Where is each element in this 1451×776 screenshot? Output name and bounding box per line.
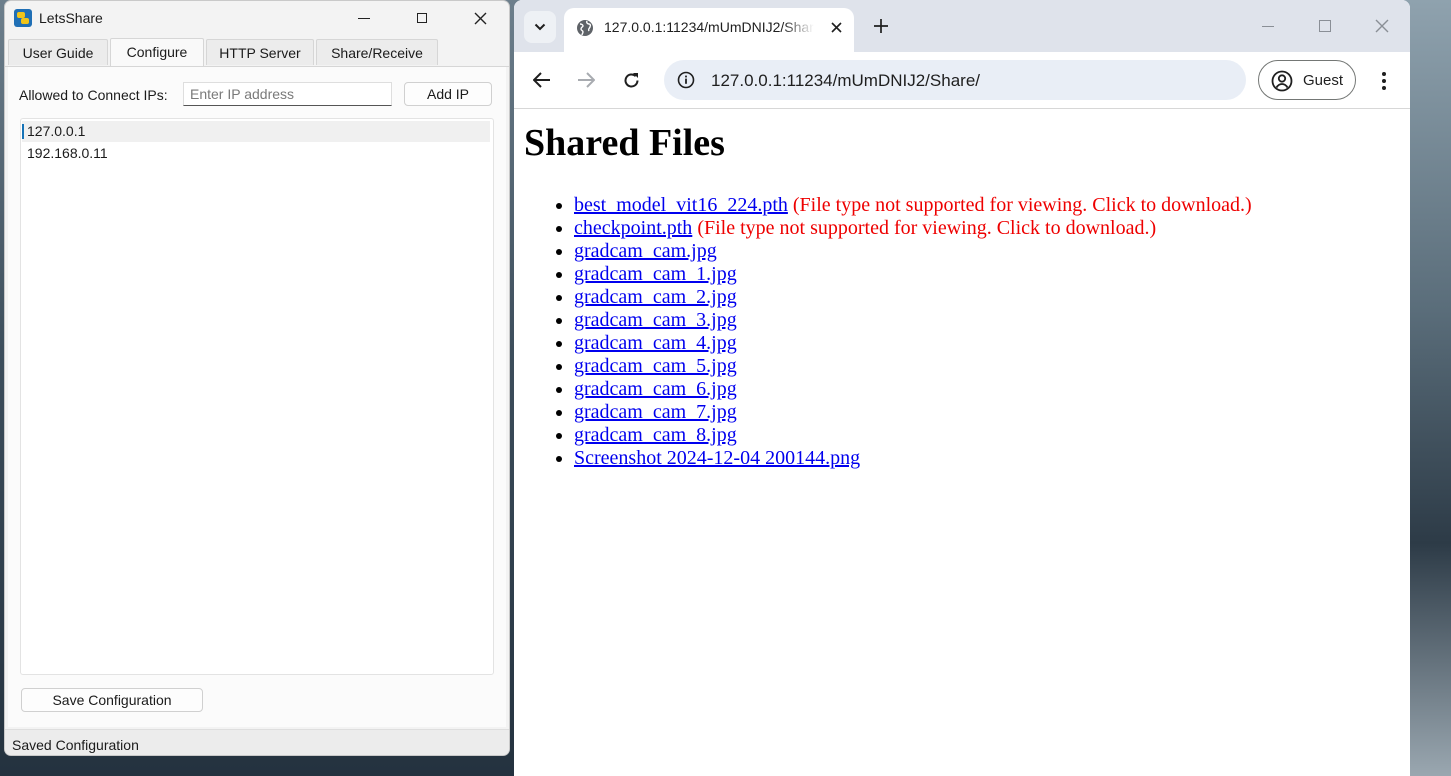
more-vert-icon [1382, 72, 1386, 76]
file-link[interactable]: gradcam_cam_3.jpg [574, 309, 737, 331]
file-list-item: gradcam_cam_8.jpg [574, 424, 1252, 447]
globe-icon [577, 20, 593, 36]
profile-label: Guest [1303, 72, 1344, 89]
browser-tab-active[interactable]: 127.0.0.1:11234/mUmDNIJ2/Share/ [564, 8, 854, 52]
status-text: Saved Configuration [12, 737, 139, 753]
browser-window: 127.0.0.1:11234/mUmDNIJ2/Share/ 127.0.0.… [514, 0, 1410, 776]
file-list-item: gradcam_cam_7.jpg [574, 401, 1252, 424]
ip-address-input[interactable] [183, 82, 392, 106]
back-button[interactable] [527, 65, 557, 95]
file-link[interactable]: gradcam_cam.jpg [574, 240, 717, 262]
letsshare-window: LetsShare User Guide Configure HTTP Serv… [4, 0, 510, 756]
minimize-button[interactable] [335, 1, 393, 35]
forward-arrow-icon [578, 72, 595, 88]
file-link[interactable]: gradcam_cam_7.jpg [574, 401, 737, 423]
close-button[interactable] [451, 1, 509, 35]
maximize-icon [1319, 20, 1331, 32]
minimize-icon [358, 17, 370, 19]
allowed-ips-list[interactable]: 127.0.0.1 192.168.0.11 [20, 118, 494, 675]
tab-share-receive[interactable]: Share/Receive [316, 39, 438, 65]
file-list-item: gradcam_cam_4.jpg [574, 332, 1252, 355]
maximize-icon [417, 13, 427, 23]
new-tab-button[interactable] [868, 13, 894, 39]
close-icon [474, 12, 486, 24]
browser-minimize-button[interactable] [1252, 12, 1284, 40]
back-arrow-icon [533, 72, 550, 88]
web-page: Shared Files best_model_vit16_224.pth (F… [514, 109, 1410, 776]
save-configuration-button[interactable]: Save Configuration [21, 688, 203, 712]
tab-configure[interactable]: Configure [110, 38, 204, 66]
list-item-ip[interactable]: 127.0.0.1 [22, 121, 490, 142]
maximize-button[interactable] [393, 1, 451, 35]
file-note: (File type not supported for viewing. Cl… [792, 194, 1252, 216]
file-link[interactable]: gradcam_cam_5.jpg [574, 355, 737, 377]
allowed-ips-label: Allowed to Connect IPs: [19, 87, 168, 103]
app-tab-bar: User Guide Configure HTTP Server Share/R… [5, 38, 509, 67]
add-ip-button[interactable]: Add IP [404, 82, 492, 106]
page-title: Shared Files [524, 122, 725, 164]
close-icon [830, 21, 842, 33]
file-link[interactable]: checkpoint.pth [574, 217, 692, 239]
configure-panel: Allowed to Connect IPs: Add IP 127.0.0.1… [8, 67, 506, 727]
info-icon [677, 71, 695, 89]
file-list-item: gradcam_cam_2.jpg [574, 286, 1252, 309]
file-list-item: gradcam_cam.jpg [574, 240, 1252, 263]
tab-user-guide[interactable]: User Guide [8, 39, 108, 65]
ip-value: 127.0.0.1 [27, 123, 86, 139]
file-link[interactable]: gradcam_cam_2.jpg [574, 286, 737, 308]
app-titlebar[interactable]: LetsShare [5, 1, 509, 37]
browser-close-button[interactable] [1366, 12, 1398, 40]
file-link[interactable]: gradcam_cam_4.jpg [574, 332, 737, 354]
minimize-icon [1262, 25, 1274, 27]
file-link[interactable]: gradcam_cam_6.jpg [574, 378, 737, 400]
browser-tab-strip: 127.0.0.1:11234/mUmDNIJ2/Share/ [514, 0, 1410, 52]
file-list-item: gradcam_cam_3.jpg [574, 309, 1252, 332]
list-item-ip[interactable]: 192.168.0.11 [22, 143, 490, 164]
chevron-down-icon [534, 23, 546, 31]
shared-files-list: best_model_vit16_224.pth (File type not … [534, 194, 1252, 470]
file-list-item: gradcam_cam_1.jpg [574, 263, 1252, 286]
tab-search-button[interactable] [524, 11, 556, 43]
file-link[interactable]: best_model_vit16_224.pth [574, 194, 788, 216]
profile-button[interactable]: Guest [1258, 60, 1356, 100]
browser-maximize-button[interactable] [1309, 12, 1341, 40]
file-list-item: checkpoint.pth (File type not supported … [574, 217, 1252, 240]
file-list-item: best_model_vit16_224.pth (File type not … [574, 194, 1252, 217]
letsshare-logo-icon [14, 9, 32, 27]
tab-http-server[interactable]: HTTP Server [206, 39, 314, 65]
file-link[interactable]: gradcam_cam_8.jpg [574, 424, 737, 446]
profile-icon [1271, 70, 1293, 92]
file-link[interactable]: Screenshot 2024-12-04 200144.png [574, 447, 860, 469]
close-tab-button[interactable] [826, 17, 846, 37]
reload-button[interactable] [616, 65, 646, 95]
close-icon [1375, 19, 1389, 33]
site-info-button[interactable] [672, 66, 700, 94]
url-text: 127.0.0.1:11234/mUmDNIJ2/Share/ [711, 71, 980, 90]
file-list-item: Screenshot 2024-12-04 200144.png [574, 447, 1252, 470]
reload-icon [624, 72, 638, 87]
plus-icon [874, 19, 888, 33]
tab-title: 127.0.0.1:11234/mUmDNIJ2/Share/ [604, 19, 814, 35]
file-list-item: gradcam_cam_6.jpg [574, 378, 1252, 401]
file-list-item: gradcam_cam_5.jpg [574, 355, 1252, 378]
forward-button[interactable] [571, 65, 601, 95]
file-note: (File type not supported for viewing. Cl… [697, 217, 1157, 239]
ip-value: 192.168.0.11 [27, 145, 108, 161]
status-bar: Saved Configuration [5, 729, 509, 755]
browser-toolbar: 127.0.0.1:11234/mUmDNIJ2/Share/ Guest [514, 52, 1410, 109]
address-bar[interactable]: 127.0.0.1:11234/mUmDNIJ2/Share/ [664, 60, 1246, 100]
selection-indicator [22, 124, 24, 139]
browser-menu-button[interactable] [1369, 66, 1399, 96]
file-link[interactable]: gradcam_cam_1.jpg [574, 263, 737, 285]
app-title: LetsShare [39, 10, 103, 26]
